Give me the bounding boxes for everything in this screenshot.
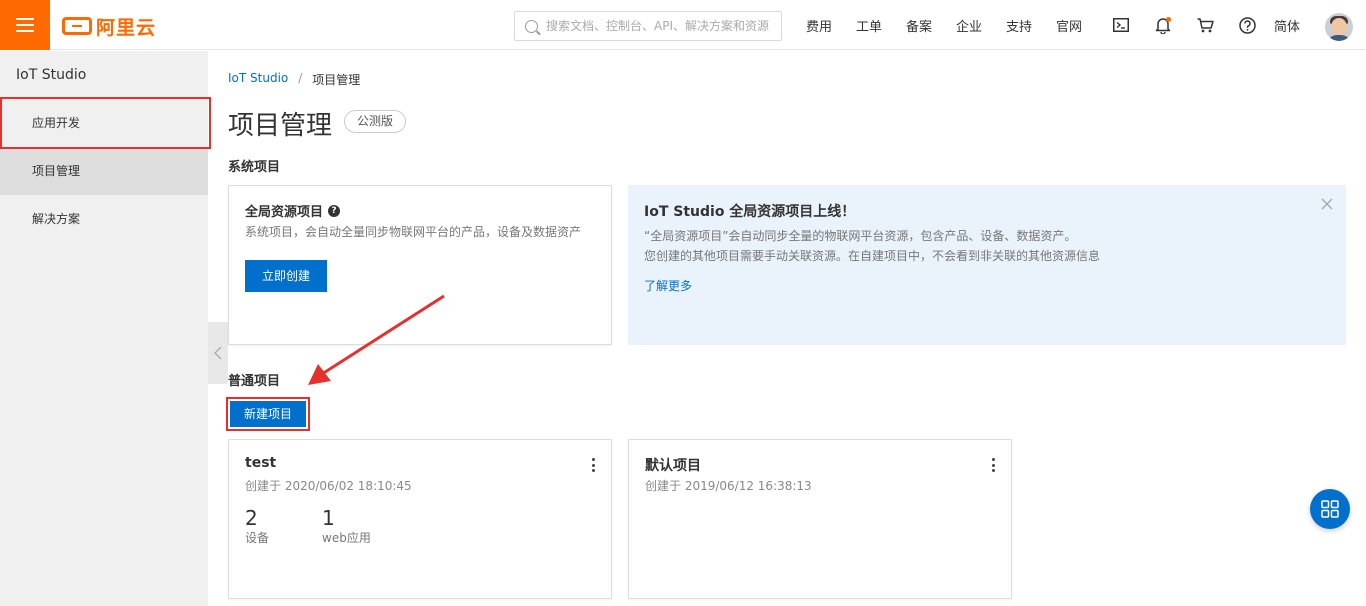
aliyun-logo[interactable]: 阿里云 [62,14,157,39]
learn-more-link[interactable]: 了解更多 [644,277,692,294]
more-vertical-icon[interactable] [591,458,595,472]
bell-icon[interactable] [1142,0,1184,50]
notice-banner: IoT Studio 全局资源项目上线！ “全局资源项目”会自动同步全量的物联网… [628,185,1346,345]
logo-text: 阿里云 [96,16,157,39]
global-resource-card: 全局资源项目 ? 系统项目，会自动全量同步物联网平台的产品，设备及数据资产 立即… [228,185,612,345]
card-title-text: 全局资源项目 [245,205,324,220]
nav-link-support[interactable]: 支持 [994,16,1044,35]
top-navbar: 阿里云 费用 工单 备案 企业 支持 官网 简体 [0,0,1366,50]
chevron-left-icon [214,346,222,360]
stat-webapp-count: 1 [322,506,335,530]
more-vertical-icon[interactable] [991,458,995,472]
search-icon [525,19,538,33]
sidebar-collapse-handle[interactable] [208,322,228,384]
global-resource-card-desc: 系统项目，会自动全量同步物联网平台的产品，设备及数据资产 [245,225,582,239]
project-name[interactable]: 默认项目 [645,455,701,475]
project-card-default[interactable]: 默认项目 创建于 2019/06/12 16:38:13 [628,439,1012,599]
question-circle-icon[interactable]: ? [328,204,341,217]
project-name[interactable]: test [245,455,276,471]
page-title: 项目管理 [228,111,333,141]
project-created-time: 创建于 2020/06/02 18:10:45 [245,479,412,493]
search-input[interactable] [546,19,776,33]
sidebar-item-project-management[interactable]: 项目管理 [0,147,208,195]
global-resource-card-title: 全局资源项目 ? [245,201,341,220]
nav-link-enterprise[interactable]: 企业 [944,16,994,35]
hamburger-menu-icon[interactable] [0,0,50,50]
top-nav-links: 费用 工单 备案 企业 支持 官网 [794,0,1094,50]
project-created-time: 创建于 2019/06/12 16:38:13 [645,479,812,493]
cart-icon[interactable] [1184,0,1226,50]
nav-link-icp[interactable]: 备案 [894,16,944,35]
breadcrumb-separator: / [298,71,303,85]
new-project-button[interactable]: 新建项目 [230,401,306,427]
annotation-highlight-sidebar [0,97,211,149]
notice-line-2: 您创建的其他项目需要手动关联资源。在自建项目中，不会看到非关联的其他资源信息 [644,249,1101,263]
close-icon[interactable] [1320,197,1334,211]
normal-projects-heading: 普通项目 [228,374,281,389]
user-avatar[interactable] [1325,13,1353,41]
annotation-highlight-new-project: 新建项目 [226,397,310,431]
top-nav-icons [1100,0,1268,50]
stat-device-count: 2 [245,506,258,530]
stat-device-label: 设备 [245,531,270,545]
language-switch[interactable]: 简体 [1262,0,1312,50]
notice-title: IoT Studio 全局资源项目上线！ [644,204,856,220]
global-search[interactable] [514,11,782,41]
project-card-test[interactable]: test 创建于 2020/06/02 18:10:45 2 设备 1 web应… [228,439,612,599]
beta-badge: 公测版 [344,110,407,133]
nav-link-billing[interactable]: 费用 [794,16,844,35]
breadcrumb-current: 项目管理 [312,73,361,87]
create-now-button[interactable]: 立即创建 [245,260,327,292]
stat-webapp-label: web应用 [322,531,371,545]
nav-link-ticket[interactable]: 工单 [844,16,894,35]
system-projects-heading: 系统项目 [228,160,281,175]
nav-link-website[interactable]: 官网 [1044,16,1094,35]
sidebar-item-solutions[interactable]: 解决方案 [0,195,208,243]
terminal-icon[interactable] [1100,0,1142,50]
sidebar-title: IoT Studio [0,51,208,99]
aliyun-logo-mark-icon [62,17,92,35]
breadcrumb: IoT Studio / 项目管理 [228,71,360,88]
grid-apps-icon[interactable] [1310,489,1350,529]
notice-line-1: “全局资源项目”会自动同步全量的物联网平台资源，包含产品、设备、数据资产。 [644,229,1077,243]
breadcrumb-root[interactable]: IoT Studio [228,71,288,88]
